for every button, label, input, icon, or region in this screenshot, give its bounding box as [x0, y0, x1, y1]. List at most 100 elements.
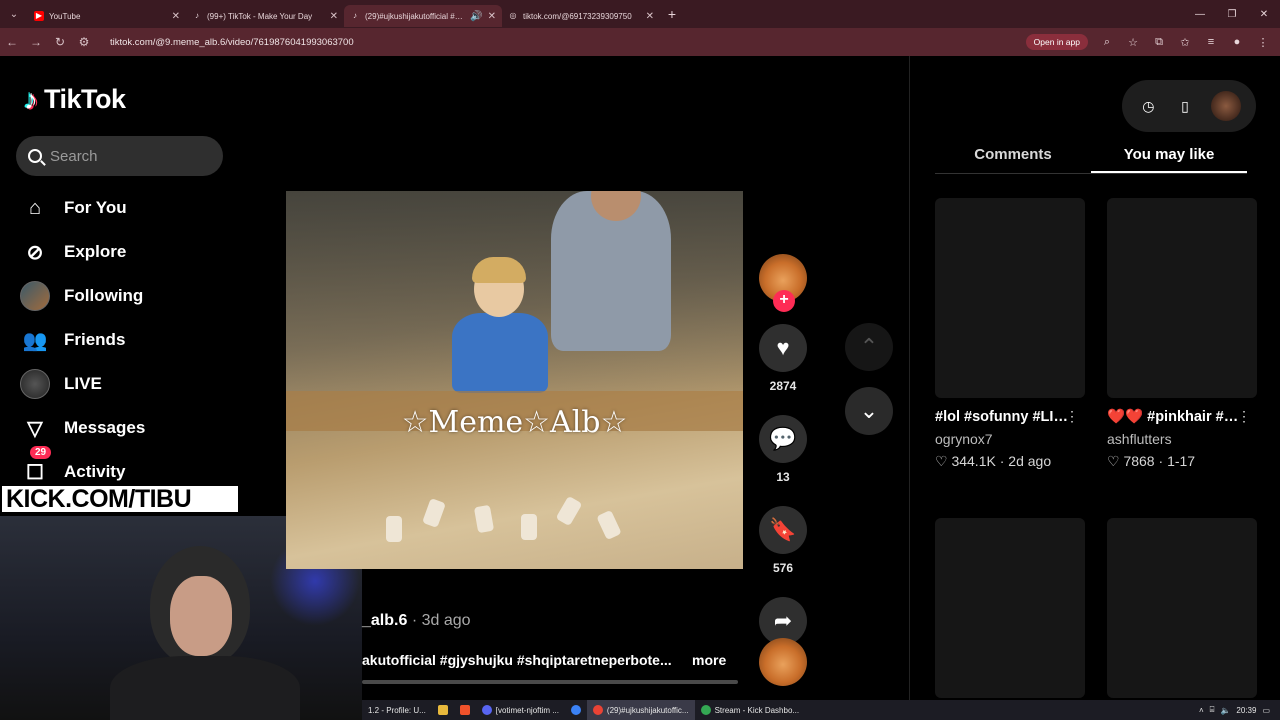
- sidebar-item-friends[interactable]: 👥 Friends: [20, 318, 240, 362]
- video-thumbnail[interactable]: [935, 518, 1085, 698]
- tiktok-note-icon: ♪: [24, 83, 38, 115]
- extensions-icon[interactable]: ⧉: [1148, 31, 1170, 53]
- follow-plus-icon[interactable]: +: [773, 290, 795, 312]
- network-icon[interactable]: ⌸: [1210, 705, 1215, 715]
- comment-icon[interactable]: 💬: [759, 415, 807, 463]
- comment-count: 13: [776, 470, 790, 484]
- search-input[interactable]: Search: [16, 136, 223, 176]
- author-name[interactable]: _alb.6: [362, 612, 407, 629]
- comment-action[interactable]: 💬 13: [759, 415, 807, 484]
- sidebar-nav: ⌂ For You ⊘ Explore Following 👥 Friends …: [20, 186, 240, 494]
- video-watermark: ☆Meme☆Alb☆: [401, 405, 628, 440]
- close-icon[interactable]: ✕: [330, 11, 338, 22]
- profile-avatar[interactable]: [1210, 91, 1241, 121]
- close-icon[interactable]: ✕: [488, 11, 496, 22]
- video-card[interactable]: #lol #sofunny #LIVEIncentive... ogrynox7…: [935, 198, 1085, 470]
- sidebar-item-label: Following: [64, 286, 144, 305]
- search-icon: [28, 149, 42, 163]
- reload-icon[interactable]: ↻: [48, 28, 72, 56]
- sound-avatar[interactable]: [759, 638, 807, 686]
- next-video-chevron-down-icon[interactable]: ⌄: [845, 387, 893, 435]
- browser-tab[interactable]: ◎ tiktok.com/@69173239309750 ✕: [502, 5, 660, 27]
- taskbar-item[interactable]: 1.2 - Profile: U...: [362, 700, 432, 720]
- bookmark-icon[interactable]: 🔖: [759, 506, 807, 554]
- restore-icon[interactable]: ❐: [1216, 0, 1248, 28]
- more-options-icon[interactable]: ⋮: [1237, 408, 1251, 425]
- video-thumbnail[interactable]: [1107, 198, 1257, 398]
- hashtags[interactable]: akutofficial #gjyshujku #shqiptaretneper…: [362, 652, 672, 668]
- favorites-icon[interactable]: ✩: [1174, 31, 1196, 53]
- video-card[interactable]: [935, 518, 1085, 698]
- media-icon[interactable]: ≡: [1200, 31, 1222, 53]
- profile-icon[interactable]: ●: [1226, 31, 1248, 53]
- new-tab-button[interactable]: +: [660, 6, 684, 22]
- site-info-icon[interactable]: ⚙: [72, 28, 96, 56]
- open-in-app-button[interactable]: Open in app: [1025, 34, 1088, 50]
- sidebar-item-explore[interactable]: ⊘ Explore: [20, 230, 240, 274]
- tiktok-logo[interactable]: ♪ TikTok: [24, 84, 126, 115]
- tab-comments[interactable]: Comments: [935, 142, 1091, 173]
- card-age: 2d ago: [1008, 453, 1052, 469]
- sidebar-item-messages[interactable]: ▽ Messages: [20, 406, 240, 450]
- video-progress-bar[interactable]: [362, 680, 738, 684]
- sidebar-item-live[interactable]: LIVE: [20, 362, 240, 406]
- video-player[interactable]: ☆Meme☆Alb☆: [286, 191, 743, 569]
- get-app-phone-icon[interactable]: ▯: [1174, 95, 1196, 117]
- video-thumbnail[interactable]: [935, 198, 1085, 398]
- video-card[interactable]: ❤️❤️ #pinkhair #hairtransformat... ashfl…: [1107, 198, 1257, 470]
- save-action[interactable]: 🔖 576: [759, 506, 807, 575]
- taskbar-label: [votimet-njoftim ...: [495, 705, 559, 715]
- close-window-icon[interactable]: ✕: [1248, 0, 1280, 28]
- browser-tab-active[interactable]: ♪ (29)#ujkushijakutofficial #gjys 🔊 ✕: [344, 5, 502, 27]
- tiktok-studio-icon[interactable]: ◷: [1137, 95, 1159, 117]
- right-panel-tabs: Comments You may like: [935, 142, 1247, 174]
- notification-icon[interactable]: ▭: [1262, 706, 1270, 715]
- window-controls: — ❐ ✕: [1184, 0, 1280, 28]
- card-user[interactable]: ashflutters: [1107, 431, 1257, 447]
- zoom-icon[interactable]: ⌕: [1096, 31, 1118, 53]
- tab-search-chevron-icon[interactable]: ⌄: [0, 0, 28, 28]
- compass-icon: ⊘: [26, 241, 44, 264]
- card-user[interactable]: ogrynox7: [935, 431, 1085, 447]
- more-button[interactable]: more: [692, 652, 726, 668]
- video-thumbnail[interactable]: [1107, 518, 1257, 698]
- sidebar-item-following[interactable]: Following: [20, 274, 240, 318]
- forward-icon[interactable]: →: [24, 28, 48, 56]
- sidebar-item-label: Explore: [64, 242, 127, 261]
- activity-badge: 29: [30, 446, 52, 459]
- search-placeholder: Search: [50, 147, 98, 165]
- heart-icon[interactable]: ♥: [759, 324, 807, 372]
- creator-avatar[interactable]: +: [759, 254, 807, 312]
- url-field[interactable]: tiktok.com/@9.meme_alb.6/video/761987604…: [110, 37, 1026, 48]
- taskbar-item[interactable]: [565, 700, 587, 720]
- close-icon[interactable]: ✕: [646, 11, 654, 22]
- chrome-icon: [700, 705, 711, 715]
- like-action[interactable]: ♥ 2874: [759, 324, 807, 393]
- volume-icon[interactable]: 🔈: [1220, 706, 1230, 715]
- taskbar-item[interactable]: Stream - Kick Dashbo...: [695, 700, 805, 720]
- back-icon[interactable]: ←: [0, 28, 24, 56]
- card-title[interactable]: ❤️❤️ #pinkhair #hairtransformat...: [1107, 406, 1247, 429]
- tab-you-may-like[interactable]: You may like: [1091, 142, 1247, 173]
- taskbar-item-active[interactable]: (29)#ujkushijakutoffic...: [586, 700, 695, 720]
- taskbar-item[interactable]: [454, 700, 476, 720]
- brave-icon: [459, 705, 470, 715]
- more-options-icon[interactable]: ⋮: [1065, 408, 1079, 425]
- video-card[interactable]: [1107, 518, 1257, 698]
- home-icon: ⌂: [28, 196, 42, 219]
- clock[interactable]: 20:39: [1236, 706, 1256, 715]
- chevron-up-icon[interactable]: ˄: [1199, 706, 1204, 715]
- card-title[interactable]: #lol #sofunny #LIVEIncentive...: [935, 406, 1075, 429]
- browser-tab[interactable]: ▶ YouTube ✕: [28, 5, 186, 27]
- sidebar-item-for-you[interactable]: ⌂ For You: [20, 186, 240, 230]
- taskbar-item[interactable]: [votimet-njoftim ...: [476, 700, 565, 720]
- bookmark-star-icon[interactable]: ☆: [1122, 31, 1144, 53]
- browser-tab[interactable]: ♪ (99+) TikTok - Make Your Day ✕: [186, 5, 344, 27]
- close-icon[interactable]: ✕: [172, 11, 180, 22]
- menu-icon[interactable]: ⋮: [1252, 31, 1274, 53]
- taskbar-item[interactable]: [432, 700, 454, 720]
- minimize-icon[interactable]: —: [1184, 0, 1216, 28]
- previous-video-chevron-up-icon[interactable]: ⌃: [845, 323, 893, 371]
- speaker-icon[interactable]: 🔊: [470, 11, 482, 22]
- os-taskbar: 1.2 - Profile: U... [votimet-njoftim ...…: [362, 700, 1280, 720]
